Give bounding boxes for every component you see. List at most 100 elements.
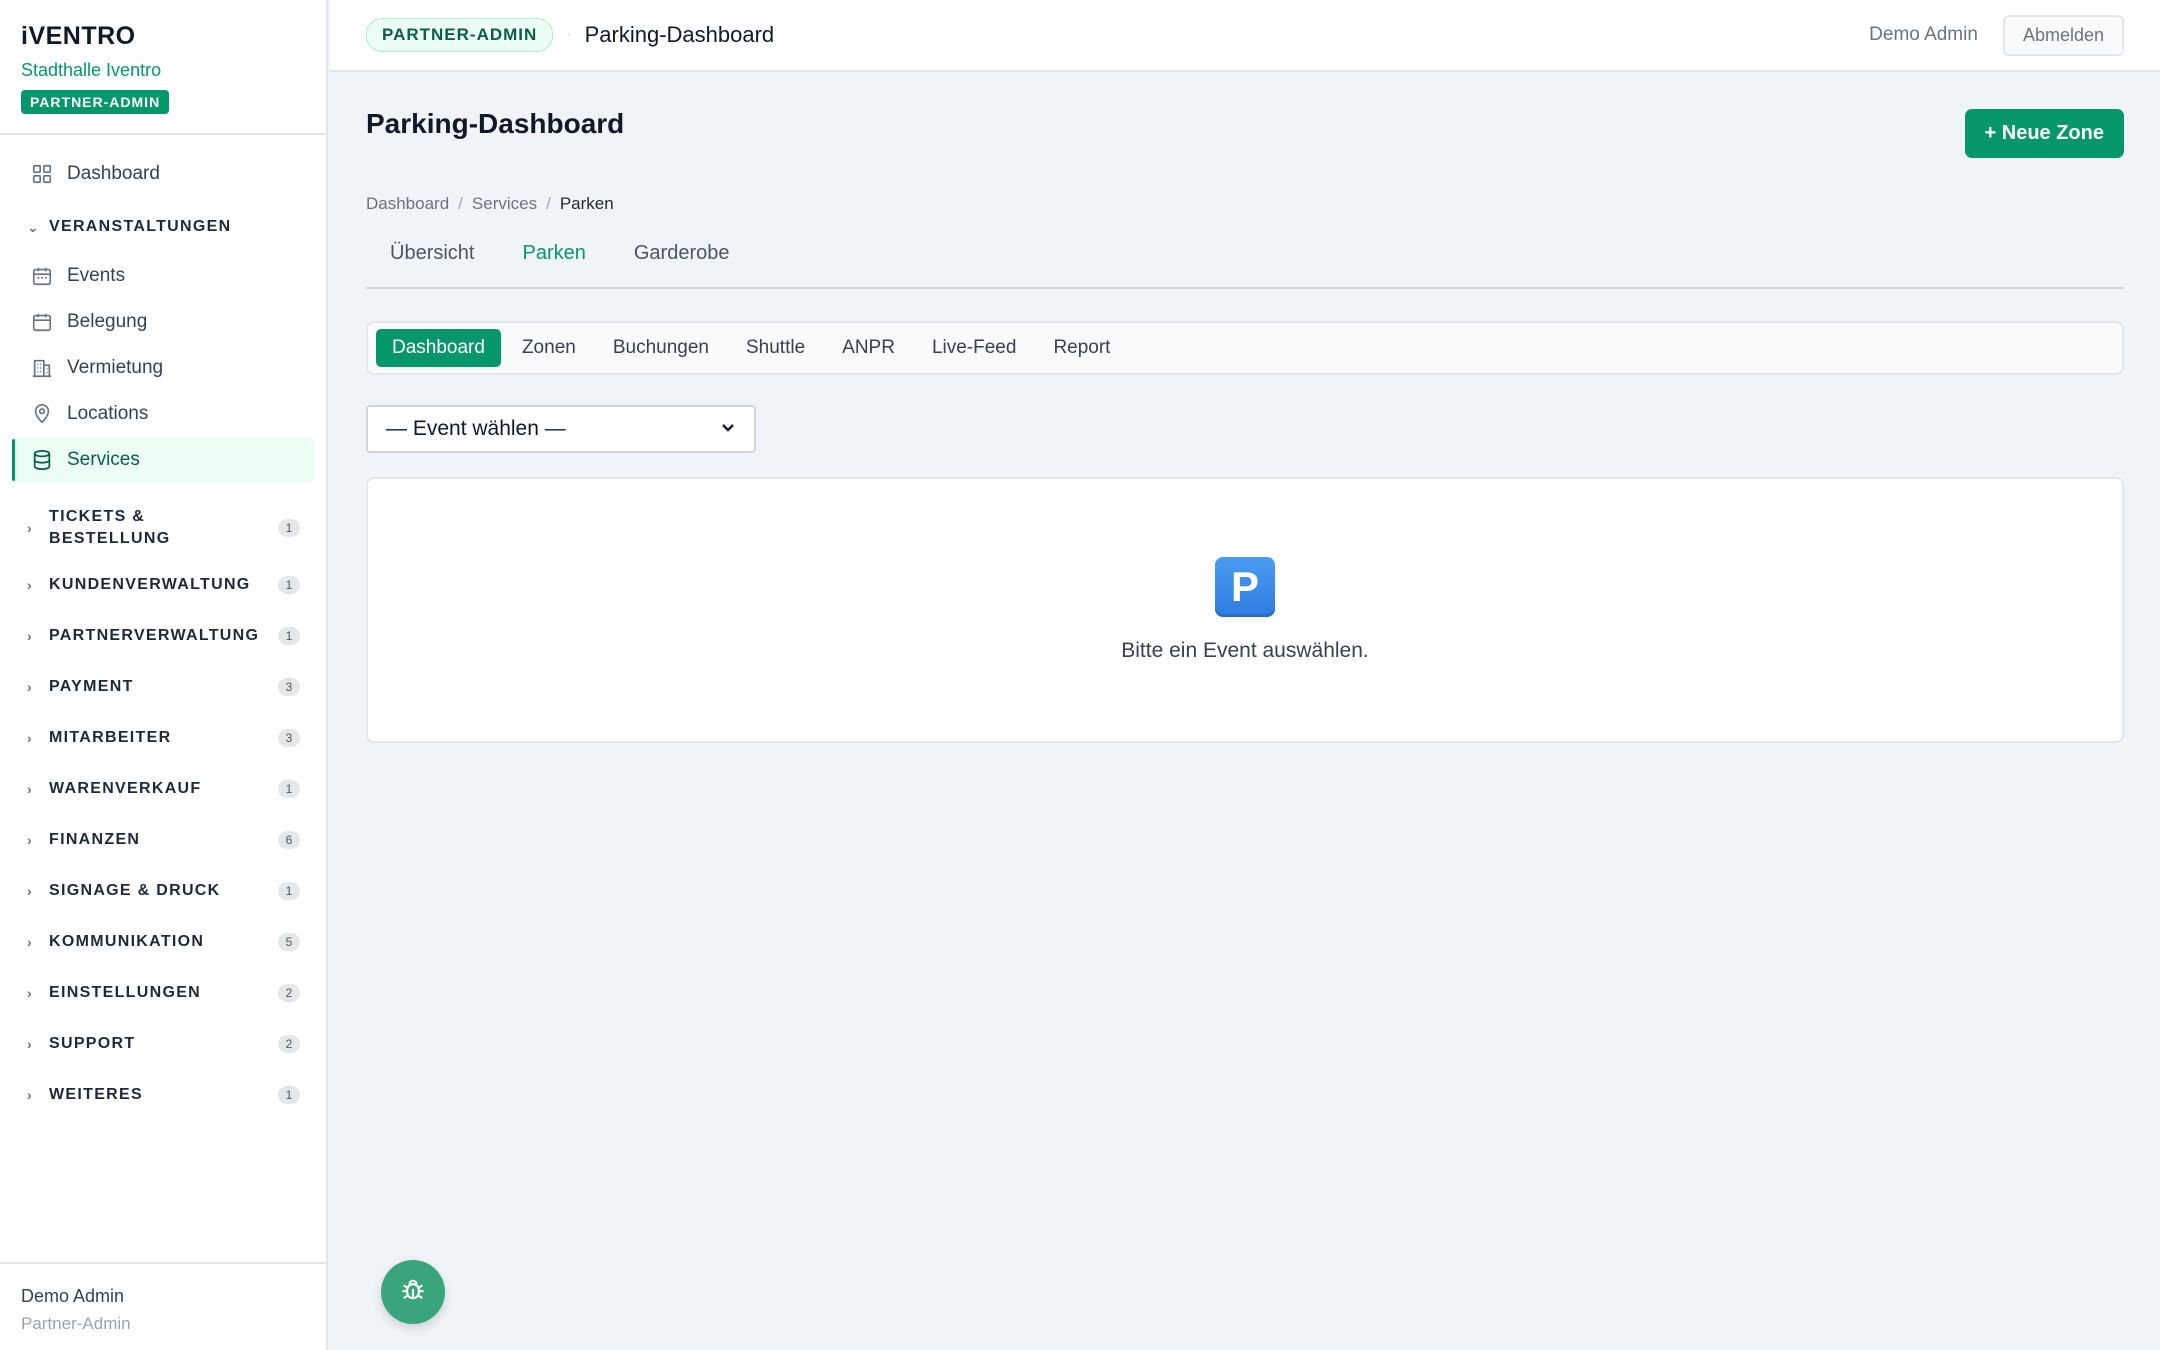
sidebar-group-veranstaltungen[interactable]: ⌄ VERANSTALTUNGEN bbox=[12, 201, 314, 253]
sidebar-group-label: PAYMENT bbox=[49, 677, 134, 695]
grid-icon bbox=[31, 163, 53, 185]
sidebar-item-services[interactable]: Services bbox=[12, 437, 314, 483]
main-content: Parking-Dashboard + Neue Zone Dashboard /… bbox=[366, 72, 2124, 743]
topbar: PARTNER-ADMIN · Parking-Dashboard Demo A… bbox=[330, 0, 2160, 72]
breadcrumb-separator: / bbox=[546, 194, 551, 213]
breadcrumb-current: Parken bbox=[559, 194, 614, 213]
count-badge: 3 bbox=[278, 677, 300, 696]
brand-org-name: Stadthalle Iventro bbox=[21, 60, 162, 80]
event-select-value: — Event wählen — bbox=[386, 417, 566, 440]
sidebar-group-label: EINSTELLUNGEN bbox=[49, 983, 202, 1001]
calendar-icon bbox=[31, 311, 53, 333]
count-badge: 1 bbox=[278, 779, 300, 798]
sidebar-group-label: MITARBEITER bbox=[49, 728, 172, 746]
count-badge: 2 bbox=[278, 983, 300, 1002]
count-badge: 1 bbox=[278, 626, 300, 645]
breadcrumb-separator: / bbox=[458, 194, 463, 213]
chevron-right-icon: › bbox=[27, 627, 33, 644]
sidebar-group-label: PARTNERVERWALTUNG bbox=[49, 626, 260, 644]
tab-parken[interactable]: Parken bbox=[498, 242, 609, 287]
chevron-right-icon: › bbox=[27, 780, 33, 797]
sidebar-item-locations[interactable]: Locations bbox=[12, 391, 314, 437]
logout-button[interactable]: Abmelden bbox=[2002, 14, 2124, 56]
building-icon bbox=[31, 357, 53, 379]
empty-state-card: P Bitte ein Event auswählen. bbox=[366, 477, 2124, 743]
sidebar-item-label: Dashboard bbox=[67, 163, 160, 184]
sidebar-group-support[interactable]: › SUPPORT 2 bbox=[12, 1018, 314, 1069]
sidebar-group-label: SIGNAGE & DRUCK bbox=[49, 881, 221, 899]
sidebar-group-einstellungen[interactable]: › EINSTELLUNGEN 2 bbox=[12, 967, 314, 1018]
chevron-right-icon: › bbox=[27, 882, 33, 899]
count-badge: 5 bbox=[278, 932, 300, 951]
sidebar-group-label: FINANZEN bbox=[49, 830, 141, 848]
subtab-dashboard[interactable]: Dashboard bbox=[376, 329, 501, 367]
breadcrumb-dashboard[interactable]: Dashboard bbox=[366, 194, 449, 213]
sidebar-group-label: KUNDENVERWALTUNG bbox=[49, 575, 251, 593]
count-badge: 1 bbox=[278, 881, 300, 900]
chevron-right-icon: › bbox=[27, 1086, 33, 1103]
subtab-shuttle[interactable]: Shuttle bbox=[730, 329, 821, 367]
chevron-right-icon: › bbox=[27, 520, 33, 536]
subtab-buchungen[interactable]: Buchungen bbox=[597, 329, 725, 367]
chevron-down-icon bbox=[720, 419, 736, 439]
topbar-title: Parking-Dashboard bbox=[584, 22, 775, 47]
count-badge: 3 bbox=[278, 728, 300, 747]
count-badge: 1 bbox=[278, 1085, 300, 1104]
page-header: Parking-Dashboard + Neue Zone bbox=[366, 108, 2124, 158]
bug-icon bbox=[399, 1276, 427, 1309]
subtab-anpr[interactable]: ANPR bbox=[826, 329, 911, 367]
footer-user-name: Demo Admin bbox=[21, 1286, 125, 1306]
sidebar-user-footer: Demo Admin Partner-Admin bbox=[0, 1262, 326, 1350]
sidebar-group-label: WARENVERKAUF bbox=[49, 779, 202, 797]
sidebar-item-vermietung[interactable]: Vermietung bbox=[12, 345, 314, 391]
sidebar-group-mitarbeiter[interactable]: › MITARBEITER 3 bbox=[12, 712, 314, 763]
service-tabs: Übersicht Parken Garderobe bbox=[366, 242, 2124, 289]
subtab-zonen[interactable]: Zonen bbox=[506, 329, 592, 367]
sidebar-group-signage[interactable]: › SIGNAGE & DRUCK 1 bbox=[12, 865, 314, 916]
chevron-right-icon: › bbox=[27, 984, 33, 1001]
role-badge: PARTNER-ADMIN bbox=[21, 90, 170, 114]
tab-garderobe[interactable]: Garderobe bbox=[610, 242, 754, 287]
sidebar-item-label: Vermietung bbox=[67, 357, 164, 378]
chevron-down-icon: ⌄ bbox=[27, 218, 41, 235]
topbar-role-badge: PARTNER-ADMIN bbox=[366, 18, 554, 52]
sidebar-group-finanzen[interactable]: › FINANZEN 6 bbox=[12, 814, 314, 865]
bug-report-button[interactable] bbox=[381, 1260, 445, 1324]
subtab-live-feed[interactable]: Live-Feed bbox=[916, 329, 1033, 367]
sidebar-group-kommunikation[interactable]: › KOMMUNIKATION 5 bbox=[12, 916, 314, 967]
chevron-right-icon: › bbox=[27, 678, 33, 695]
sidebar-nav: Dashboard ⌄ VERANSTALTUNGEN Events Beleg… bbox=[0, 135, 326, 1120]
breadcrumb: Dashboard / Services / Parken bbox=[366, 194, 2124, 214]
database-icon bbox=[31, 449, 53, 471]
footer-user-role: Partner-Admin bbox=[21, 1314, 131, 1333]
count-badge: 1 bbox=[278, 575, 300, 594]
count-badge: 2 bbox=[278, 1034, 300, 1053]
sidebar-item-label: Events bbox=[67, 265, 126, 286]
topbar-right: Demo Admin Abmelden bbox=[1869, 14, 2124, 56]
tab-uebersicht[interactable]: Übersicht bbox=[366, 242, 498, 287]
map-pin-icon bbox=[31, 403, 53, 425]
count-badge: 6 bbox=[278, 830, 300, 849]
page-title: Parking-Dashboard bbox=[366, 108, 625, 139]
sidebar-item-events[interactable]: Events bbox=[12, 253, 314, 299]
sidebar-item-belegung[interactable]: Belegung bbox=[12, 299, 314, 345]
sidebar-group-payment[interactable]: › PAYMENT 3 bbox=[12, 661, 314, 712]
topbar-separator: · bbox=[566, 26, 572, 43]
sidebar-group-kundenverwaltung[interactable]: › KUNDENVERWALTUNG 1 bbox=[12, 559, 314, 610]
sidebar-group-tickets[interactable]: › TICKETS & BESTELLUNG 1 bbox=[12, 497, 314, 559]
new-zone-button[interactable]: + Neue Zone bbox=[1964, 109, 2124, 158]
sidebar-group-weiteres[interactable]: › WEITERES 1 bbox=[12, 1069, 314, 1120]
breadcrumb-services[interactable]: Services bbox=[472, 194, 537, 213]
sidebar-group-warenverkauf[interactable]: › WARENVERKAUF 1 bbox=[12, 763, 314, 814]
event-select[interactable]: — Event wählen — bbox=[366, 405, 756, 453]
sidebar-group-label: WEITERES bbox=[49, 1085, 143, 1103]
brand-logo[interactable]: iVENTRO bbox=[21, 22, 305, 51]
subtab-report[interactable]: Report bbox=[1037, 329, 1126, 367]
sidebar-item-label: Belegung bbox=[67, 311, 148, 332]
sidebar-group-partnerverwaltung[interactable]: › PARTNERVERWALTUNG 1 bbox=[12, 610, 314, 661]
chevron-right-icon: › bbox=[27, 576, 33, 593]
parking-icon: P bbox=[1215, 557, 1275, 617]
chevron-right-icon: › bbox=[27, 729, 33, 746]
sidebar-item-dashboard[interactable]: Dashboard bbox=[12, 151, 314, 197]
chevron-right-icon: › bbox=[27, 1035, 33, 1052]
